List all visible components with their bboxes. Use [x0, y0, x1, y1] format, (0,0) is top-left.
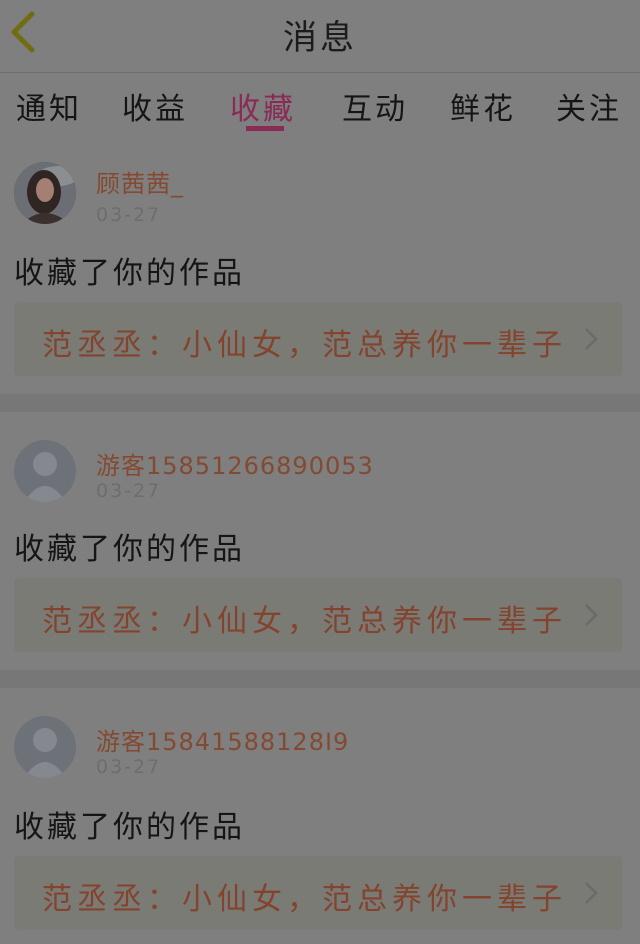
timestamp: 03-27 — [96, 480, 162, 502]
timestamp: 03-27 — [96, 756, 162, 778]
action-text: 收藏了你的作品 — [14, 532, 245, 567]
work-link[interactable]: 范丞丞：小仙女，范总养你一辈子 — [14, 856, 622, 930]
tab-favorites[interactable]: 收藏 — [230, 84, 296, 128]
chevron-right-icon — [585, 604, 598, 626]
work-link[interactable]: 范丞丞：小仙女，范总养你一辈子 — [14, 302, 622, 376]
list-item: 游客15851266890053 03-27 收藏了你的作品 范丞丞：小仙女，范… — [0, 430, 640, 670]
divider — [0, 394, 640, 412]
work-title: 范丞丞：小仙女，范总养你一辈子 — [42, 882, 567, 917]
tab-following[interactable]: 关注 — [556, 84, 622, 128]
work-title: 范丞丞：小仙女，范总养你一辈子 — [42, 604, 567, 639]
page-title: 消息 — [283, 18, 357, 58]
tab-earnings[interactable]: 收益 — [122, 84, 188, 128]
default-avatar-icon — [14, 440, 76, 502]
tab-flowers[interactable]: 鲜花 — [450, 84, 516, 128]
default-avatar-icon — [14, 716, 76, 778]
action-text: 收藏了你的作品 — [14, 810, 245, 845]
tab-notifications[interactable]: 通知 — [16, 84, 82, 128]
timestamp: 03-27 — [96, 204, 162, 226]
username[interactable]: 顾茜茜_ — [96, 164, 184, 199]
list-item: 游客15841588128I9 03-27 收藏了你的作品 范丞丞：小仙女，范总… — [0, 706, 640, 944]
username[interactable]: 游客15841588128I9 — [96, 722, 349, 757]
work-title: 范丞丞：小仙女，范总养你一辈子 — [42, 328, 567, 363]
avatar[interactable] — [14, 162, 76, 224]
tab-bar: 通知 收益 收藏 互动 鲜花 关注 — [0, 74, 640, 136]
chevron-right-icon — [585, 328, 598, 350]
header: 消息 — [0, 0, 640, 73]
divider — [0, 670, 640, 688]
username[interactable]: 游客15851266890053 — [96, 446, 374, 481]
work-link[interactable]: 范丞丞：小仙女，范总养你一辈子 — [14, 578, 622, 652]
active-tab-indicator — [246, 126, 284, 131]
avatar[interactable] — [14, 440, 76, 502]
avatar[interactable] — [14, 716, 76, 778]
user-photo-icon — [14, 162, 76, 224]
chevron-right-icon — [585, 882, 598, 904]
tab-interactions[interactable]: 互动 — [342, 84, 408, 128]
list-item: 顾茜茜_ 03-27 收藏了你的作品 范丞丞：小仙女，范总养你一辈子 — [0, 150, 640, 390]
action-text: 收藏了你的作品 — [14, 256, 245, 291]
